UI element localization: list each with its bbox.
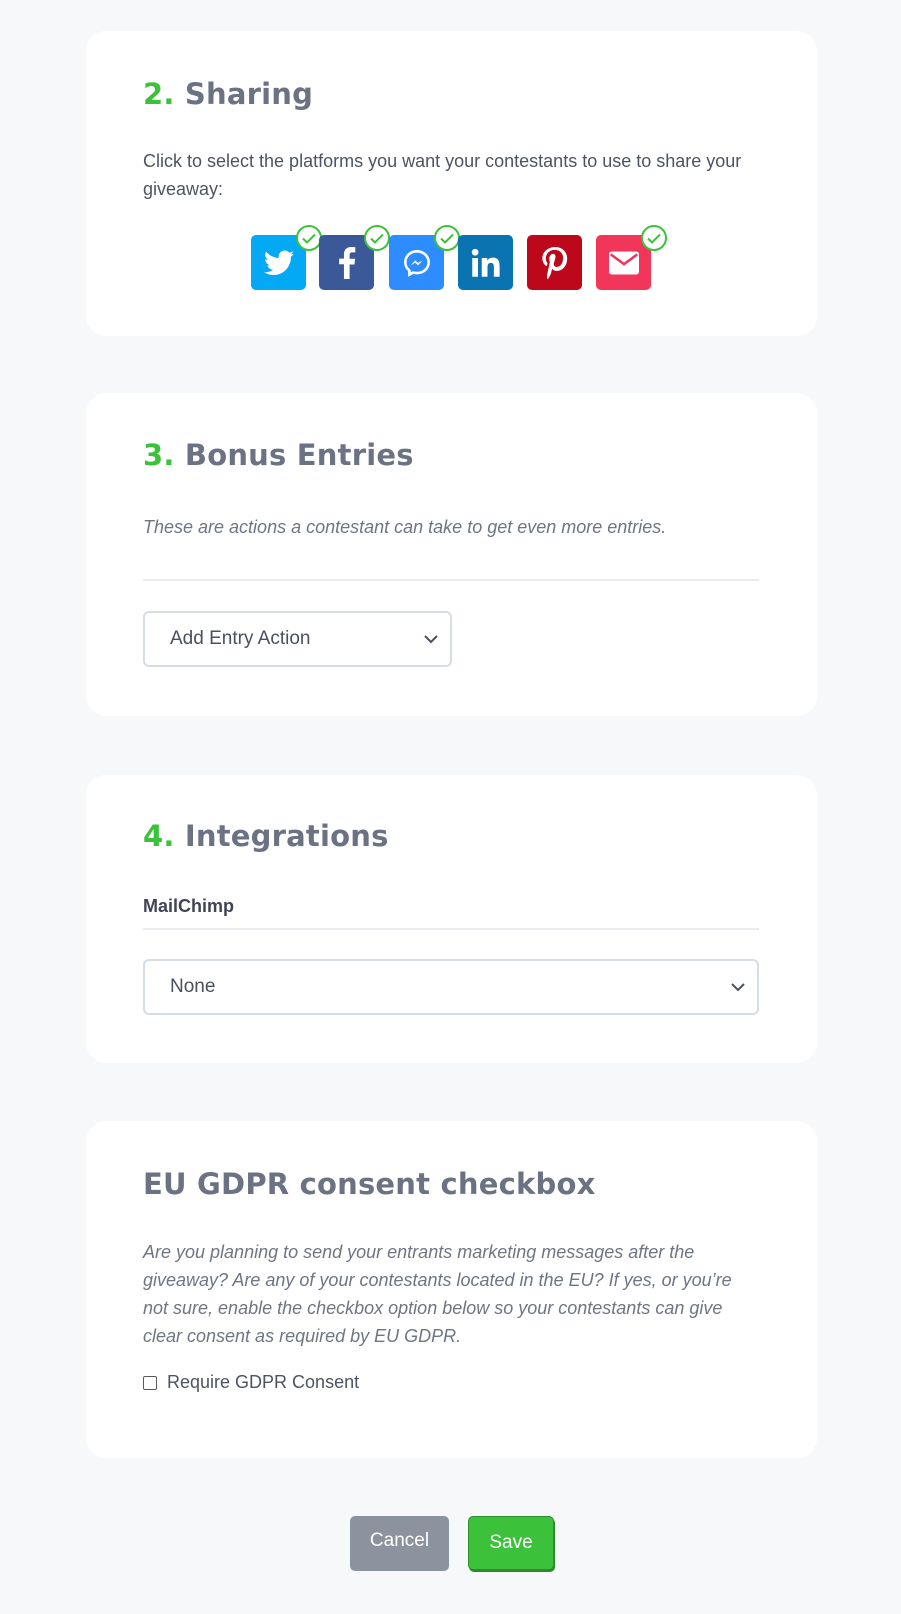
bonus-title: Bonus Entries xyxy=(184,438,414,472)
sharing-description: Click to select the platforms you want y… xyxy=(143,151,742,199)
gdpr-description: Are you planning to send your entrants m… xyxy=(143,1242,732,1346)
linkedin-icon xyxy=(471,248,500,277)
gdpr-consent-checkbox[interactable] xyxy=(143,1375,157,1390)
bonus-description: These are actions a contestant can take … xyxy=(143,517,667,537)
bonus-divider xyxy=(143,579,759,581)
sharing-card: 2. Sharing Click to select the platforms… xyxy=(86,31,817,336)
email-icon xyxy=(608,250,639,275)
gdpr-consent-label[interactable]: Require GDPR Consent xyxy=(167,1372,359,1393)
bonus-heading: 3. Bonus Entries xyxy=(143,438,414,472)
mailchimp-select-value: None xyxy=(170,976,216,997)
sharing-title: Sharing xyxy=(184,77,314,111)
messenger-icon xyxy=(403,249,430,277)
email-selected-check-icon xyxy=(641,225,667,251)
integrations-title: Integrations xyxy=(184,819,389,853)
chevron-down-icon xyxy=(731,983,745,992)
share-pinterest-button[interactable] xyxy=(527,235,582,290)
share-twitter-button[interactable] xyxy=(251,225,322,290)
bonus-entries-card: 3. Bonus Entries These are actions a con… xyxy=(86,393,817,716)
gdpr-title: EU GDPR consent checkbox xyxy=(143,1167,596,1201)
integrations-heading: 4. Integrations xyxy=(143,819,389,853)
chevron-down-icon xyxy=(424,635,438,644)
share-linkedin-button[interactable] xyxy=(458,235,513,290)
sharing-number: 2. xyxy=(143,77,175,111)
save-button[interactable]: Save xyxy=(468,1516,554,1570)
share-messenger-button[interactable] xyxy=(389,225,460,290)
gdpr-card: EU GDPR consent checkbox Are you plannin… xyxy=(86,1121,817,1458)
facebook-icon xyxy=(338,246,355,279)
cancel-button[interactable]: Cancel xyxy=(350,1516,449,1571)
integrations-number: 4. xyxy=(143,819,175,853)
sharing-heading: 2. Sharing xyxy=(143,77,313,111)
facebook-selected-check-icon xyxy=(364,225,390,251)
mailchimp-label: MailChimp xyxy=(143,896,235,916)
messenger-selected-check-icon xyxy=(434,225,460,251)
bonus-number: 3. xyxy=(143,438,175,472)
mailchimp-select[interactable]: None xyxy=(143,959,759,1015)
add-entry-action-select[interactable]: Add Entry Action xyxy=(143,611,452,667)
share-facebook-button[interactable] xyxy=(319,225,390,290)
integrations-card: 4. Integrations MailChimp None xyxy=(86,775,817,1063)
share-email-button[interactable] xyxy=(596,225,667,290)
integrations-divider xyxy=(143,928,759,930)
add-entry-action-value: Add Entry Action xyxy=(170,628,311,649)
twitter-icon xyxy=(263,250,294,275)
pinterest-icon xyxy=(541,246,567,279)
gdpr-consent-option[interactable]: Require GDPR Consent xyxy=(143,1372,359,1393)
